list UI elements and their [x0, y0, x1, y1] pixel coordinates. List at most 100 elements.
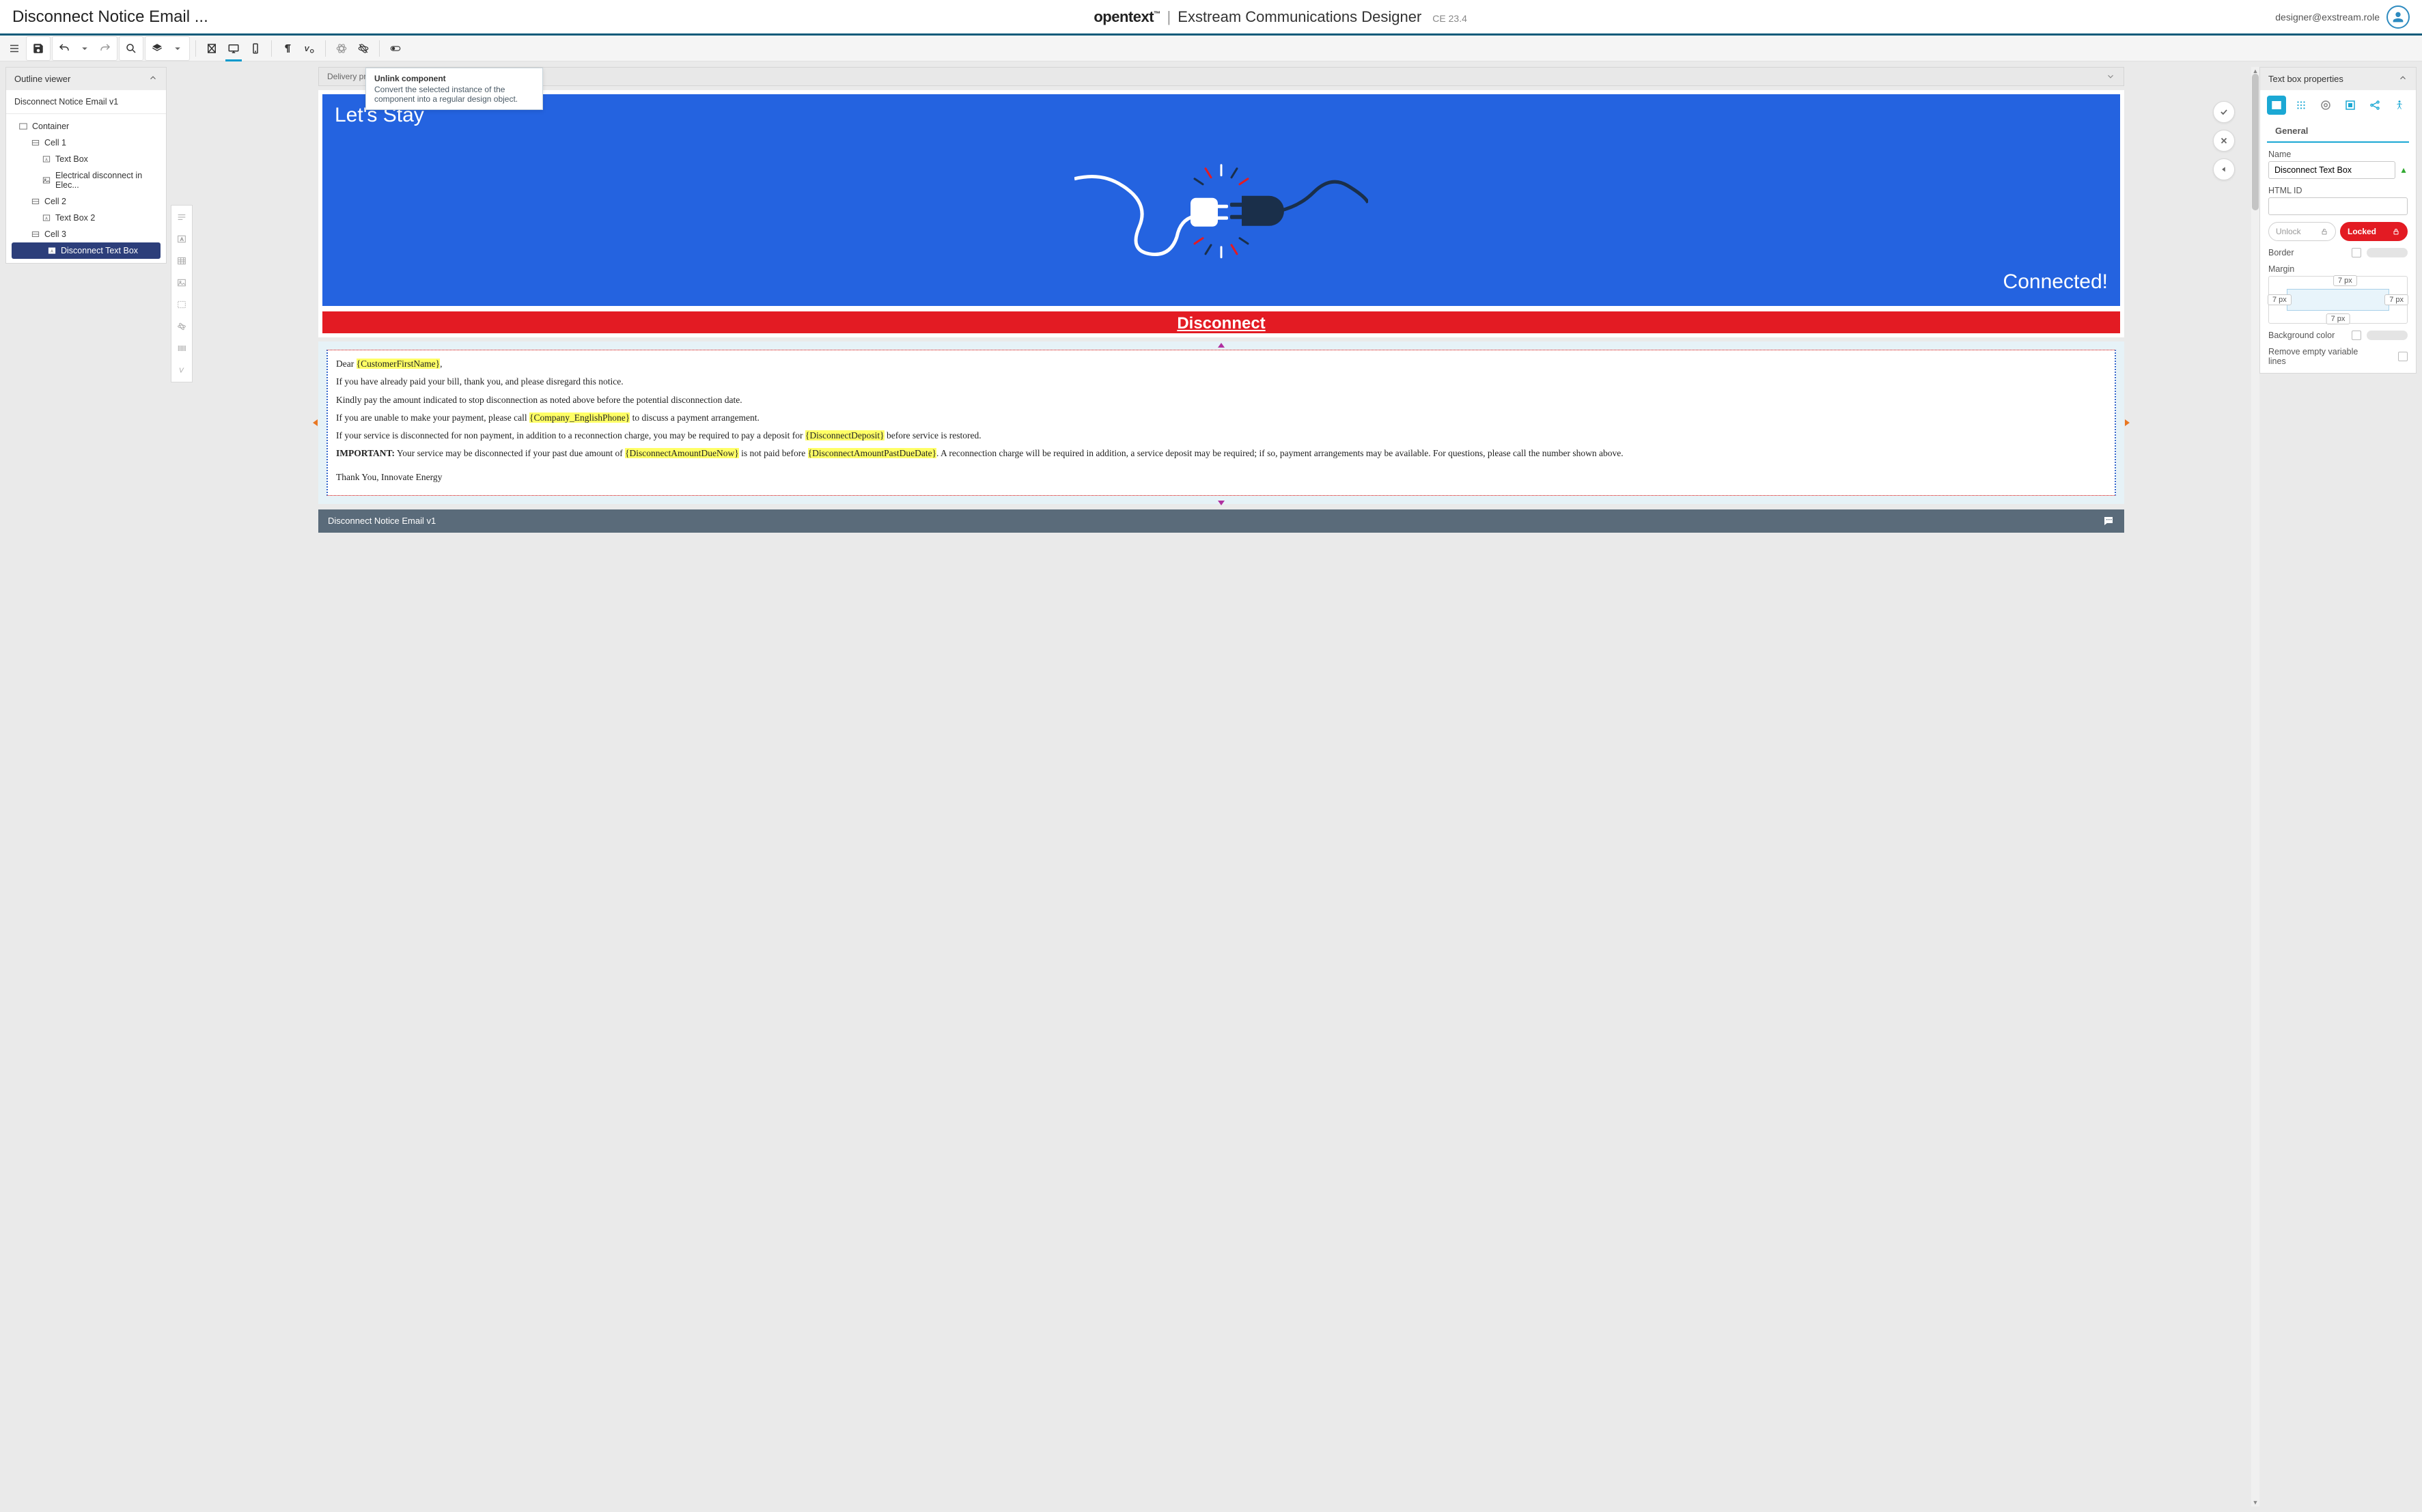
zoom-button[interactable] [121, 38, 141, 59]
border-checkbox[interactable] [2352, 248, 2361, 257]
textbox-tab-icon: A [2270, 99, 2283, 111]
insert-shape-button[interactable] [174, 297, 189, 312]
outline-item[interactable]: ADisconnect Text Box [12, 242, 161, 259]
unlock-icon [2320, 227, 2328, 236]
view-mobile-button[interactable] [245, 38, 266, 59]
back-button[interactable] [2213, 158, 2235, 180]
svg-text:A: A [51, 249, 53, 253]
unlock-button[interactable]: Unlock [2268, 222, 2336, 241]
brand-name: opentext [1094, 8, 1154, 25]
svg-text:A: A [45, 216, 48, 221]
bgcolor-swatch[interactable] [2367, 331, 2408, 340]
outline-doc-name[interactable]: Disconnect Notice Email v1 [6, 90, 166, 114]
insert-variable-button[interactable]: V [174, 363, 189, 378]
bgcolor-label: Background color [2268, 331, 2335, 340]
vertical-scrollbar[interactable]: ▲ ▼ [2251, 67, 2259, 1507]
name-indicator-icon: ▲ [2399, 165, 2408, 175]
insert-table-button[interactable] [174, 253, 189, 268]
caret-down-icon [171, 42, 184, 55]
bgcolor-checkbox[interactable] [2352, 331, 2361, 340]
tab-share[interactable] [2365, 96, 2384, 115]
remove-empty-checkbox[interactable] [2398, 352, 2408, 361]
undo-button[interactable] [54, 38, 74, 59]
margin-editor: 7px 7px 7px 7px [2268, 276, 2408, 324]
insert-barcode-button[interactable] [174, 341, 189, 356]
desktop-icon [227, 42, 240, 55]
hamburger-icon [8, 42, 20, 55]
email-canvas[interactable]: Let's Stay [318, 90, 2124, 337]
cell-icon [31, 197, 40, 206]
layers-dropdown[interactable] [167, 38, 188, 59]
margin-left-input[interactable]: 7px [2268, 294, 2292, 305]
resize-handle-top[interactable] [1218, 343, 1225, 348]
app-version: CE 23.4 [1432, 13, 1467, 24]
container-icon [18, 122, 28, 131]
outline-item[interactable]: Cell 3 [6, 226, 166, 242]
margin-right-input[interactable]: 7px [2384, 294, 2408, 305]
outline-item[interactable]: AText Box [6, 151, 166, 167]
name-label: Name [2268, 150, 2408, 159]
outline-item[interactable]: Cell 2 [6, 193, 166, 210]
variable-customer-name: {CustomerFirstName} [357, 359, 440, 369]
paragraph-marks-button[interactable] [277, 38, 298, 59]
view-desktop-button[interactable] [223, 38, 244, 59]
outline-item[interactable]: AText Box 2 [6, 210, 166, 226]
view-print-button[interactable] [201, 38, 222, 59]
lines-icon [176, 212, 187, 223]
textbox-icon: A [42, 154, 51, 164]
tab-accessibility[interactable] [2390, 96, 2409, 115]
disconnect-banner: Disconnect [322, 311, 2120, 333]
insert-image-button[interactable] [174, 275, 189, 290]
outline-item[interactable]: Cell 1 [6, 135, 166, 151]
name-input[interactable] [2268, 161, 2395, 179]
hero-section: Let's Stay [322, 94, 2120, 306]
locked-button[interactable]: Locked [2340, 222, 2408, 241]
unlink-component-button[interactable] [353, 38, 374, 59]
htmlid-input[interactable] [2268, 197, 2408, 215]
toggle-icon [389, 42, 402, 55]
resize-handle-right[interactable] [2125, 419, 2130, 426]
outline-collapse-button[interactable] [148, 73, 158, 85]
tab-target[interactable] [2316, 96, 2335, 115]
remove-empty-label: Remove empty variable lines [2268, 347, 2371, 366]
tab-general[interactable]: A [2267, 96, 2286, 115]
main-toolbar: V [0, 36, 2422, 61]
insert-paragraph-button[interactable] [174, 210, 189, 225]
resize-handle-bottom[interactable] [1218, 501, 1225, 505]
comment-icon[interactable] [2102, 515, 2115, 527]
insert-textbox-button[interactable]: A [174, 232, 189, 247]
redo-button[interactable] [95, 38, 115, 59]
outline-item-label: Cell 3 [44, 229, 66, 239]
outline-item[interactable]: Electrical disconnect in Elec... [6, 167, 166, 193]
margin-bottom-input[interactable]: 7px [2326, 313, 2350, 324]
undo-dropdown[interactable] [74, 38, 95, 59]
app-header: Disconnect Notice Email ... opentext™ | … [0, 0, 2422, 36]
selected-textbox[interactable]: Dear {CustomerFirstName}, If you have al… [318, 341, 2124, 504]
scroll-down-arrow[interactable]: ▼ [2251, 1498, 2259, 1507]
tab-position[interactable] [2341, 96, 2360, 115]
delivery-properties-bar[interactable]: Delivery prope Unlink component Convert … [318, 67, 2124, 86]
margin-top-input[interactable]: 7px [2333, 275, 2357, 286]
email-body-text[interactable]: Dear {CustomerFirstName}, If you have al… [336, 357, 2106, 484]
component-link-button[interactable] [331, 38, 352, 59]
canvas-footer-bar[interactable]: Disconnect Notice Email v1 [318, 509, 2124, 533]
accept-button[interactable] [2213, 101, 2235, 123]
search-icon [125, 42, 137, 55]
variable-overlay-button[interactable]: V [299, 38, 320, 59]
menu-button[interactable] [4, 38, 25, 59]
insert-component-button[interactable] [174, 319, 189, 334]
cell-icon [31, 138, 40, 148]
toggle-preview-button[interactable] [385, 38, 406, 59]
border-slider[interactable] [2367, 248, 2408, 257]
scroll-thumb[interactable] [2252, 74, 2259, 210]
insert-toolbar: A V [171, 205, 193, 382]
properties-collapse-button[interactable] [2398, 73, 2408, 85]
tab-spacing[interactable] [2292, 96, 2311, 115]
save-button[interactable] [28, 38, 48, 59]
user-avatar[interactable] [2386, 5, 2410, 29]
unlink-tooltip: Unlink component Convert the selected in… [365, 68, 543, 110]
layers-button[interactable] [147, 38, 167, 59]
reject-button[interactable] [2213, 130, 2235, 152]
outline-item[interactable]: Container [6, 118, 166, 135]
resize-handle-left[interactable] [313, 419, 318, 426]
